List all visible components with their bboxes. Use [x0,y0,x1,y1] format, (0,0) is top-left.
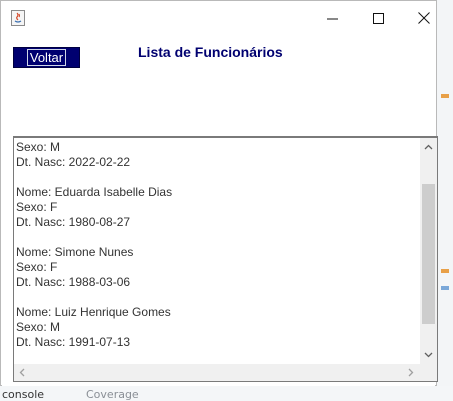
background-app-strip: console Coverage [0,386,453,401]
minimize-button[interactable] [310,1,354,35]
title-bar[interactable] [1,1,436,35]
list-line: Sexo: F [16,260,58,274]
scroll-right-icon[interactable] [408,368,414,380]
list-line: Sexo: F [16,200,58,214]
list-line: Dt. Nasc: 2022-02-22 [16,155,131,169]
employee-list-area[interactable]: Sexo: M Dt. Nasc: 2022-02-22 Nome: Eduarda… [13,136,438,382]
list-line: Nome: Simone Nunes [16,245,134,259]
java-cup-icon [11,10,25,26]
background-side-panel [437,0,453,386]
list-line: Nome: Luiz Henrique Gomes [16,305,171,319]
scroll-up-icon[interactable] [424,144,433,153]
close-button[interactable] [402,1,446,35]
background-marker [441,269,449,273]
horizontal-scrollbar[interactable] [14,364,420,381]
list-line: Dt. Nasc: 1980-08-27 [16,215,131,229]
app-window: Voltar Lista de Funcionários Sexo: M Dt. … [0,0,438,386]
scroll-down-icon[interactable] [424,352,433,361]
list-line: Dt. Nasc: 1991-07-13 [16,335,131,349]
background-console-label: console [2,388,45,401]
vertical-scroll-thumb[interactable] [422,183,435,324]
list-line: Nome: Eduarda Isabelle Dias [16,185,173,199]
background-marker [441,94,449,98]
background-coverage-label: Coverage [86,388,139,401]
vertical-scrollbar[interactable] [420,138,437,364]
scroll-left-icon[interactable] [19,368,25,380]
back-button-label: Voltar [26,49,67,66]
scroll-corner [420,364,437,381]
maximize-icon [372,12,384,24]
maximize-button[interactable] [356,1,400,35]
employee-list-text[interactable]: Sexo: M Dt. Nasc: 2022-02-22 Nome: Eduarda… [16,140,416,350]
minimize-icon [326,18,338,19]
list-line: Sexo: M [16,320,61,334]
back-button[interactable]: Voltar [13,47,80,68]
window-content: Voltar Lista de Funcionários Sexo: M Dt. … [2,35,438,386]
close-icon [418,12,430,24]
list-line: Dt. Nasc: 1988-03-06 [16,275,131,289]
background-marker [441,286,449,290]
list-line: Sexo: M [16,140,61,154]
page-title: Lista de Funcionários [138,44,283,60]
